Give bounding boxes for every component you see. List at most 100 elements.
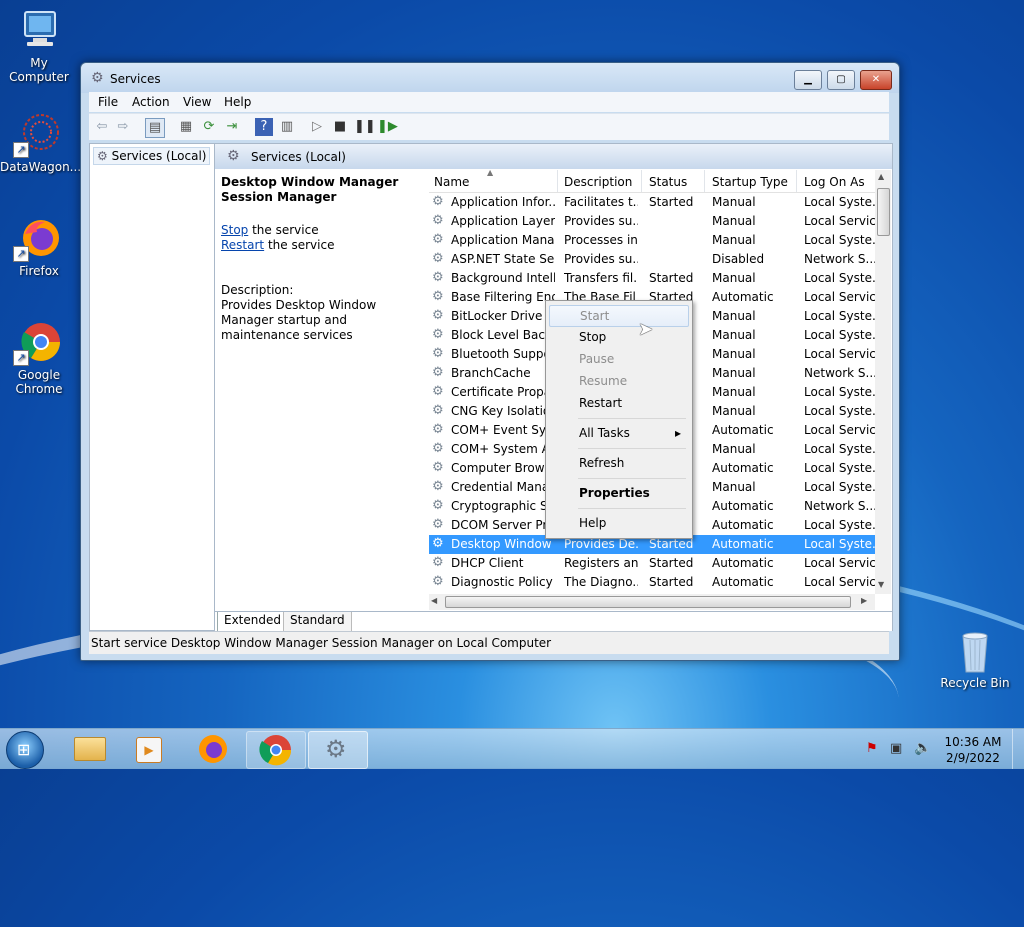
services-gear-icon: ⚙	[97, 149, 108, 163]
forward-arrow-icon[interactable]: ⇨	[114, 118, 132, 136]
context-menu-item-all-tasks[interactable]: All Tasks ▸	[549, 423, 687, 443]
scrollbar-thumb[interactable]	[445, 596, 851, 608]
service-gear-icon: ⚙	[432, 460, 444, 475]
taskbar-firefox-button[interactable]	[184, 731, 242, 767]
chrome-desktop-icon[interactable]: ↗ Google Chrome	[0, 320, 78, 396]
service-description: Registers an...	[564, 556, 638, 570]
scroll-left-arrow-icon[interactable]: ◀	[431, 596, 437, 605]
service-log-on-as: Local Service	[804, 556, 875, 570]
tab-extended[interactable]: Extended	[217, 612, 288, 633]
context-menu-item-properties[interactable]: Properties	[549, 483, 687, 503]
taskbar-chrome-button[interactable]	[246, 731, 306, 769]
refresh-icon[interactable]: ⟳	[200, 118, 218, 136]
system-clock[interactable]: 10:36 AM 2/9/2022	[942, 734, 1004, 766]
context-menu-item-help[interactable]: Help	[549, 513, 687, 533]
table-row[interactable]: ⚙ Diagnostic Policy ... The Diagno... Start…	[429, 573, 875, 592]
context-menu-item-stop[interactable]: Stop	[549, 327, 687, 347]
restart-service-icon[interactable]: ❚▶	[377, 118, 398, 136]
service-gear-icon: ⚙	[432, 403, 444, 418]
column-header-description[interactable]: Description	[564, 175, 632, 189]
menu-help[interactable]: Help	[224, 95, 251, 109]
maximize-button[interactable]: ▢	[827, 70, 855, 90]
tree-item-services-local[interactable]: ⚙ Services (Local)	[93, 147, 211, 165]
action-center-icon[interactable]: ⚑	[866, 741, 878, 756]
scroll-up-arrow-icon[interactable]: ▲	[878, 172, 884, 181]
table-row[interactable]: ⚙ Background Intelli... Transfers fil... St…	[429, 269, 875, 288]
datawagon-desktop-icon[interactable]: ↗ DataWagon...	[0, 112, 81, 174]
taskbar-media-player-button[interactable]: ▶	[120, 731, 178, 767]
service-gear-icon: ⚙	[432, 194, 444, 209]
column-header-name[interactable]: Name	[434, 175, 469, 189]
scrollbar-thumb[interactable]	[877, 188, 890, 236]
restart-service-link[interactable]: Restart	[221, 238, 264, 252]
service-description: Provides su...	[564, 252, 638, 266]
context-menu-item-refresh[interactable]: Refresh	[549, 453, 687, 473]
context-menu-item-resume[interactable]: Resume	[549, 371, 687, 391]
column-divider[interactable]	[557, 170, 558, 192]
recycle-bin-desktop-icon[interactable]: Recycle Bin	[936, 628, 1014, 690]
service-startup-type: Disabled	[712, 252, 765, 266]
firefox-icon	[199, 735, 227, 763]
menu-view[interactable]: View	[183, 95, 211, 109]
table-row[interactable]: ⚙ Application Mana... Processes in... Manua…	[429, 231, 875, 250]
tab-standard[interactable]: Standard	[283, 612, 352, 633]
service-gear-icon: ⚙	[432, 555, 444, 570]
service-description: Processes in...	[564, 233, 638, 247]
context-menu-item-start[interactable]: Start	[549, 305, 689, 327]
service-name: Diagnostic Policy ...	[451, 575, 555, 589]
menu-bar: File Action View Help	[89, 92, 889, 112]
horizontal-scrollbar[interactable]: ◀ ▶	[429, 594, 875, 610]
service-log-on-as: Local Syste...	[804, 385, 875, 399]
table-row[interactable]: ⚙ ASP.NET State Ser... Provides su... Disab…	[429, 250, 875, 269]
taskbar-services-button[interactable]: ⚙	[308, 731, 368, 769]
context-menu-item-pause[interactable]: Pause	[549, 349, 687, 369]
maximize-icon: ▢	[836, 74, 846, 85]
column-divider[interactable]	[704, 170, 705, 192]
column-header-status[interactable]: Status	[649, 175, 687, 189]
service-log-on-as: Network S...	[804, 366, 875, 380]
service-name: Cryptographic Ser	[451, 499, 555, 513]
service-description: Provides De...	[564, 537, 638, 551]
stop-service-link[interactable]: Stop	[221, 223, 248, 237]
close-button[interactable]: ✕	[860, 70, 892, 90]
network-icon[interactable]: ▣	[890, 741, 902, 756]
column-header-log-on-as[interactable]: Log On As	[804, 175, 865, 189]
service-name: Desktop Window ...	[451, 537, 555, 551]
start-service-icon[interactable]: ▷	[308, 118, 326, 136]
firefox-desktop-icon[interactable]: ↗ Firefox	[0, 216, 78, 278]
export-list-icon[interactable]: ⇥	[223, 118, 241, 136]
show-desktop-button[interactable]	[1012, 729, 1024, 769]
scroll-right-arrow-icon[interactable]: ▶	[861, 596, 867, 605]
taskbar-explorer-button[interactable]	[60, 731, 118, 767]
action-pane-icon[interactable]: ▥	[278, 118, 296, 136]
properties-sheet-icon[interactable]: ▦	[177, 118, 195, 136]
vertical-scrollbar[interactable]: ▲ ▼	[875, 170, 891, 594]
minimize-button[interactable]: ▁	[794, 70, 822, 90]
volume-icon[interactable]: 🔈	[914, 740, 931, 756]
menu-file[interactable]: File	[98, 95, 118, 109]
service-name: COM+ Event Syst...	[451, 423, 555, 437]
column-divider[interactable]	[796, 170, 797, 192]
show-hide-console-tree-icon[interactable]: ▤	[145, 118, 165, 138]
column-divider[interactable]	[641, 170, 642, 192]
context-menu-item-restart[interactable]: Restart	[549, 393, 687, 413]
table-row[interactable]: ⚙ Application Infor... Facilitates t... Sta…	[429, 193, 875, 212]
back-arrow-icon[interactable]: ⇦	[93, 118, 111, 136]
pause-service-icon[interactable]: ❚❚	[354, 118, 376, 136]
table-row[interactable]: ⚙ DHCP Client Registers an... Started Automa…	[429, 554, 875, 573]
service-log-on-as: Local Syste...	[804, 404, 875, 418]
table-row[interactable]: ⚙ Application Layer ... Provides su... Manu…	[429, 212, 875, 231]
scroll-down-arrow-icon[interactable]: ▼	[878, 580, 884, 589]
title-bar[interactable]: ⚙ Services ▁ ▢ ✕	[81, 63, 899, 93]
service-gear-icon: ⚙	[432, 289, 444, 304]
menu-action[interactable]: Action	[132, 95, 170, 109]
help-icon[interactable]: ?	[255, 118, 273, 136]
column-header-startup-type[interactable]: Startup Type	[712, 175, 788, 189]
window-title: Services	[110, 72, 161, 86]
stop-service-icon[interactable]: ■	[331, 118, 349, 136]
service-log-on-as: Local Syste...	[804, 480, 875, 494]
service-description: Facilitates t...	[564, 195, 638, 209]
shortcut-arrow-icon: ↗	[13, 350, 29, 366]
start-button[interactable]: ⊞	[6, 731, 44, 769]
my-computer-desktop-icon[interactable]: My Computer	[0, 8, 78, 84]
